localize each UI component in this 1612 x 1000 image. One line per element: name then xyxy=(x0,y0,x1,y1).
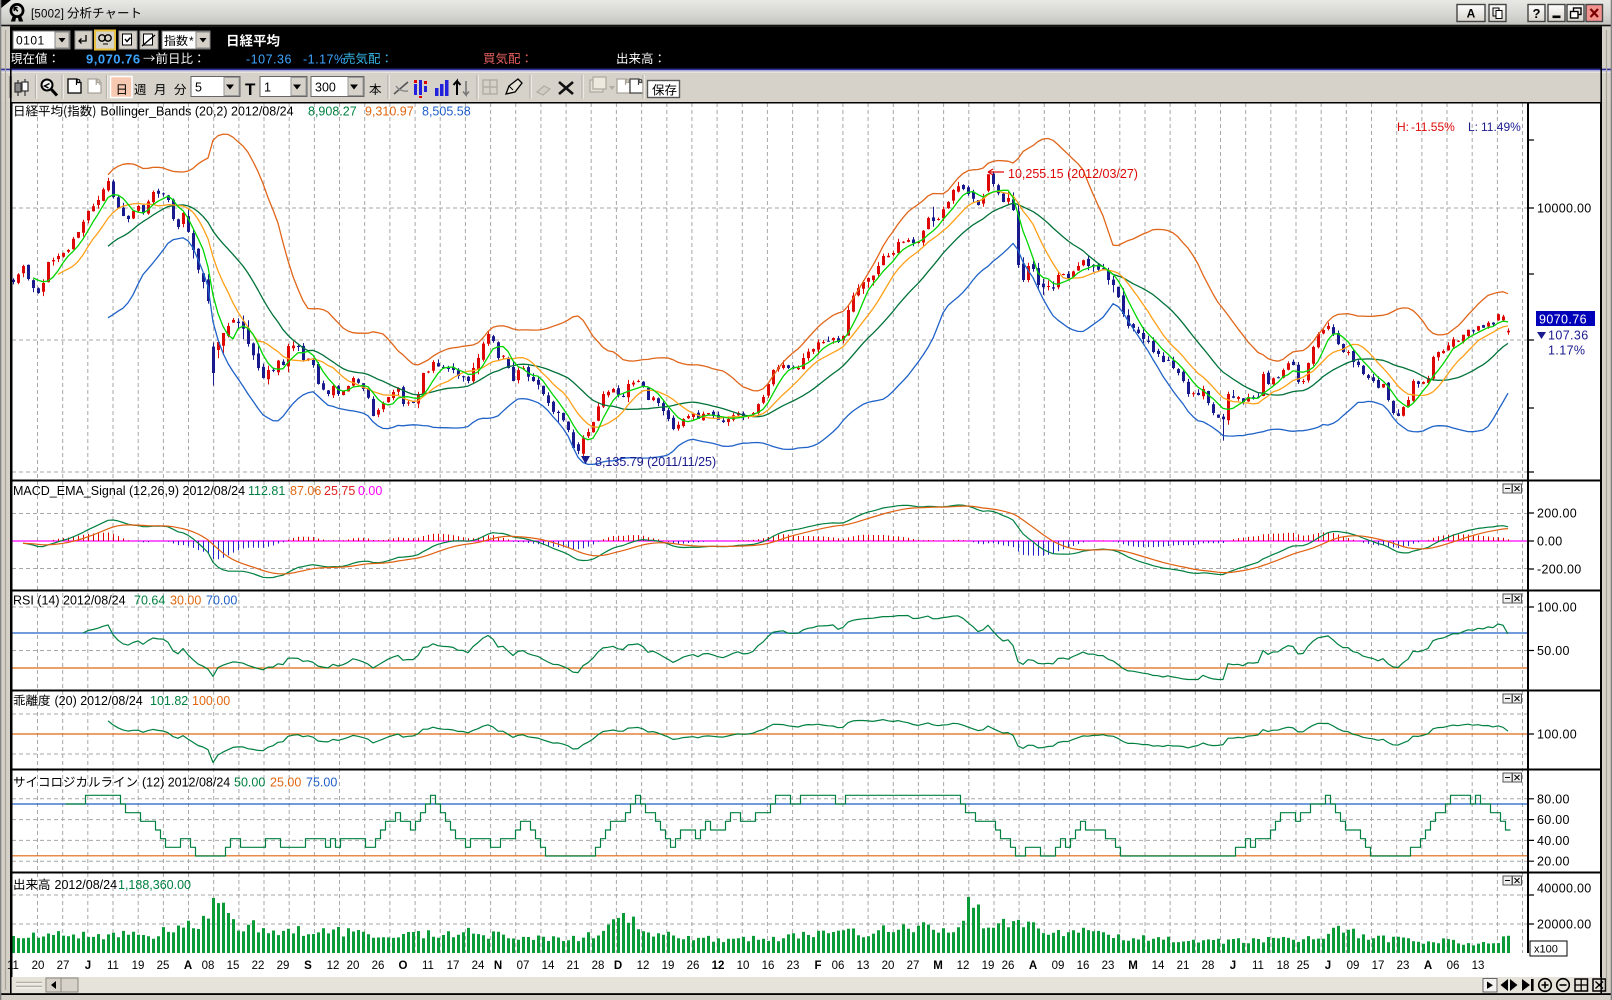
svg-text:P: P xyxy=(75,78,81,87)
svg-text:?: ? xyxy=(1533,6,1541,21)
svg-text:9,070.76: 9,070.76 xyxy=(86,52,141,67)
svg-text:A: A xyxy=(1467,7,1476,21)
svg-text:R: R xyxy=(95,78,101,87)
svg-text:*: * xyxy=(189,34,194,48)
svg-text:5: 5 xyxy=(195,81,202,95)
svg-text:1: 1 xyxy=(264,81,271,95)
svg-text:T: T xyxy=(245,80,256,99)
svg-text:[5002]: [5002] xyxy=(31,9,64,21)
svg-text:-1.17%: -1.17% xyxy=(303,53,346,67)
svg-text:0101: 0101 xyxy=(16,34,45,48)
svg-text:300: 300 xyxy=(315,81,336,95)
svg-text:-107.36: -107.36 xyxy=(246,53,292,67)
